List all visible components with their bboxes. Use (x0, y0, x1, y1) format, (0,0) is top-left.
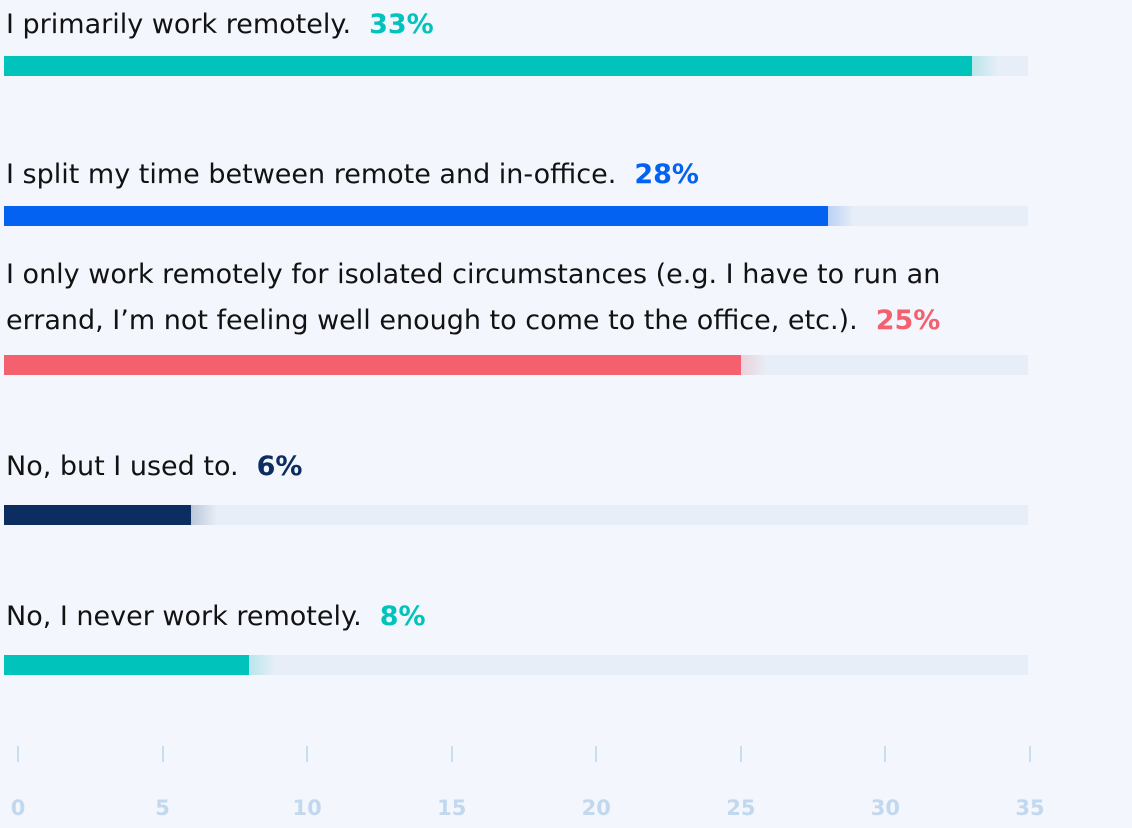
x-axis-tick (1029, 746, 1031, 762)
bar-track (4, 355, 1028, 375)
x-axis-tick-label: 25 (726, 796, 756, 820)
category-label: errand, I’m not feeling well enough to c… (6, 302, 940, 340)
bar-end-shadow (972, 56, 999, 76)
category-label: I primarily work remotely. 33% (6, 6, 434, 44)
x-axis-tick-label: 15 (437, 796, 467, 820)
bar-track (4, 206, 1028, 226)
x-axis-tick-label: 10 (292, 796, 322, 820)
category-label-text: I primarily work remotely. (6, 9, 352, 40)
x-axis-tick (884, 746, 887, 762)
x-axis-tick (161, 746, 164, 762)
x-axis-tick-label: 5 (155, 796, 170, 820)
bar-track (4, 505, 1028, 525)
category-label-text: errand, I’m not feeling well enough to c… (6, 305, 858, 336)
x-axis-tick (739, 746, 742, 762)
value-label: 25% (875, 305, 941, 336)
bar-chart: I primarily work remotely. 33% I split my … (0, 0, 1132, 828)
value-label: 8% (379, 601, 426, 632)
x-axis-tick-label: 35 (1015, 796, 1045, 820)
value-label: 28% (634, 159, 699, 190)
category-label: I split my time between remote and in-of… (6, 156, 699, 194)
x-axis-tick (306, 746, 309, 762)
bar (4, 206, 828, 226)
category-label-text: I only work remotely for isolated circum… (6, 259, 941, 290)
x-axis-tick-label: 0 (10, 796, 26, 820)
bar-track (4, 56, 1028, 76)
bar (4, 56, 973, 76)
x-axis-tick (595, 746, 598, 762)
bar (4, 505, 192, 525)
x-axis-tick (450, 746, 453, 762)
x-axis-tick (17, 746, 19, 762)
bar-end-shadow (827, 206, 854, 226)
value-label: 33% (369, 9, 434, 40)
category-label: I only work remotely for isolated circum… (6, 256, 940, 294)
bar (4, 655, 250, 675)
category-label: No, I never work remotely. 8% (6, 598, 426, 636)
category-label-text: No, I never work remotely. (6, 601, 362, 632)
x-axis-tick-label: 30 (870, 796, 901, 820)
bar-end-shadow (249, 655, 276, 675)
x-axis-tick-label: 20 (581, 796, 611, 820)
bar-end-shadow (191, 505, 218, 525)
bar (4, 355, 741, 375)
category-label: No, but I used to. 6% (6, 448, 302, 486)
bar-end-shadow (740, 355, 767, 375)
value-label: 6% (256, 451, 303, 482)
bar-track (4, 655, 1028, 675)
category-label-text: I split my time between remote and in-of… (6, 159, 617, 190)
category-label-text: No, but I used to. (6, 451, 239, 482)
